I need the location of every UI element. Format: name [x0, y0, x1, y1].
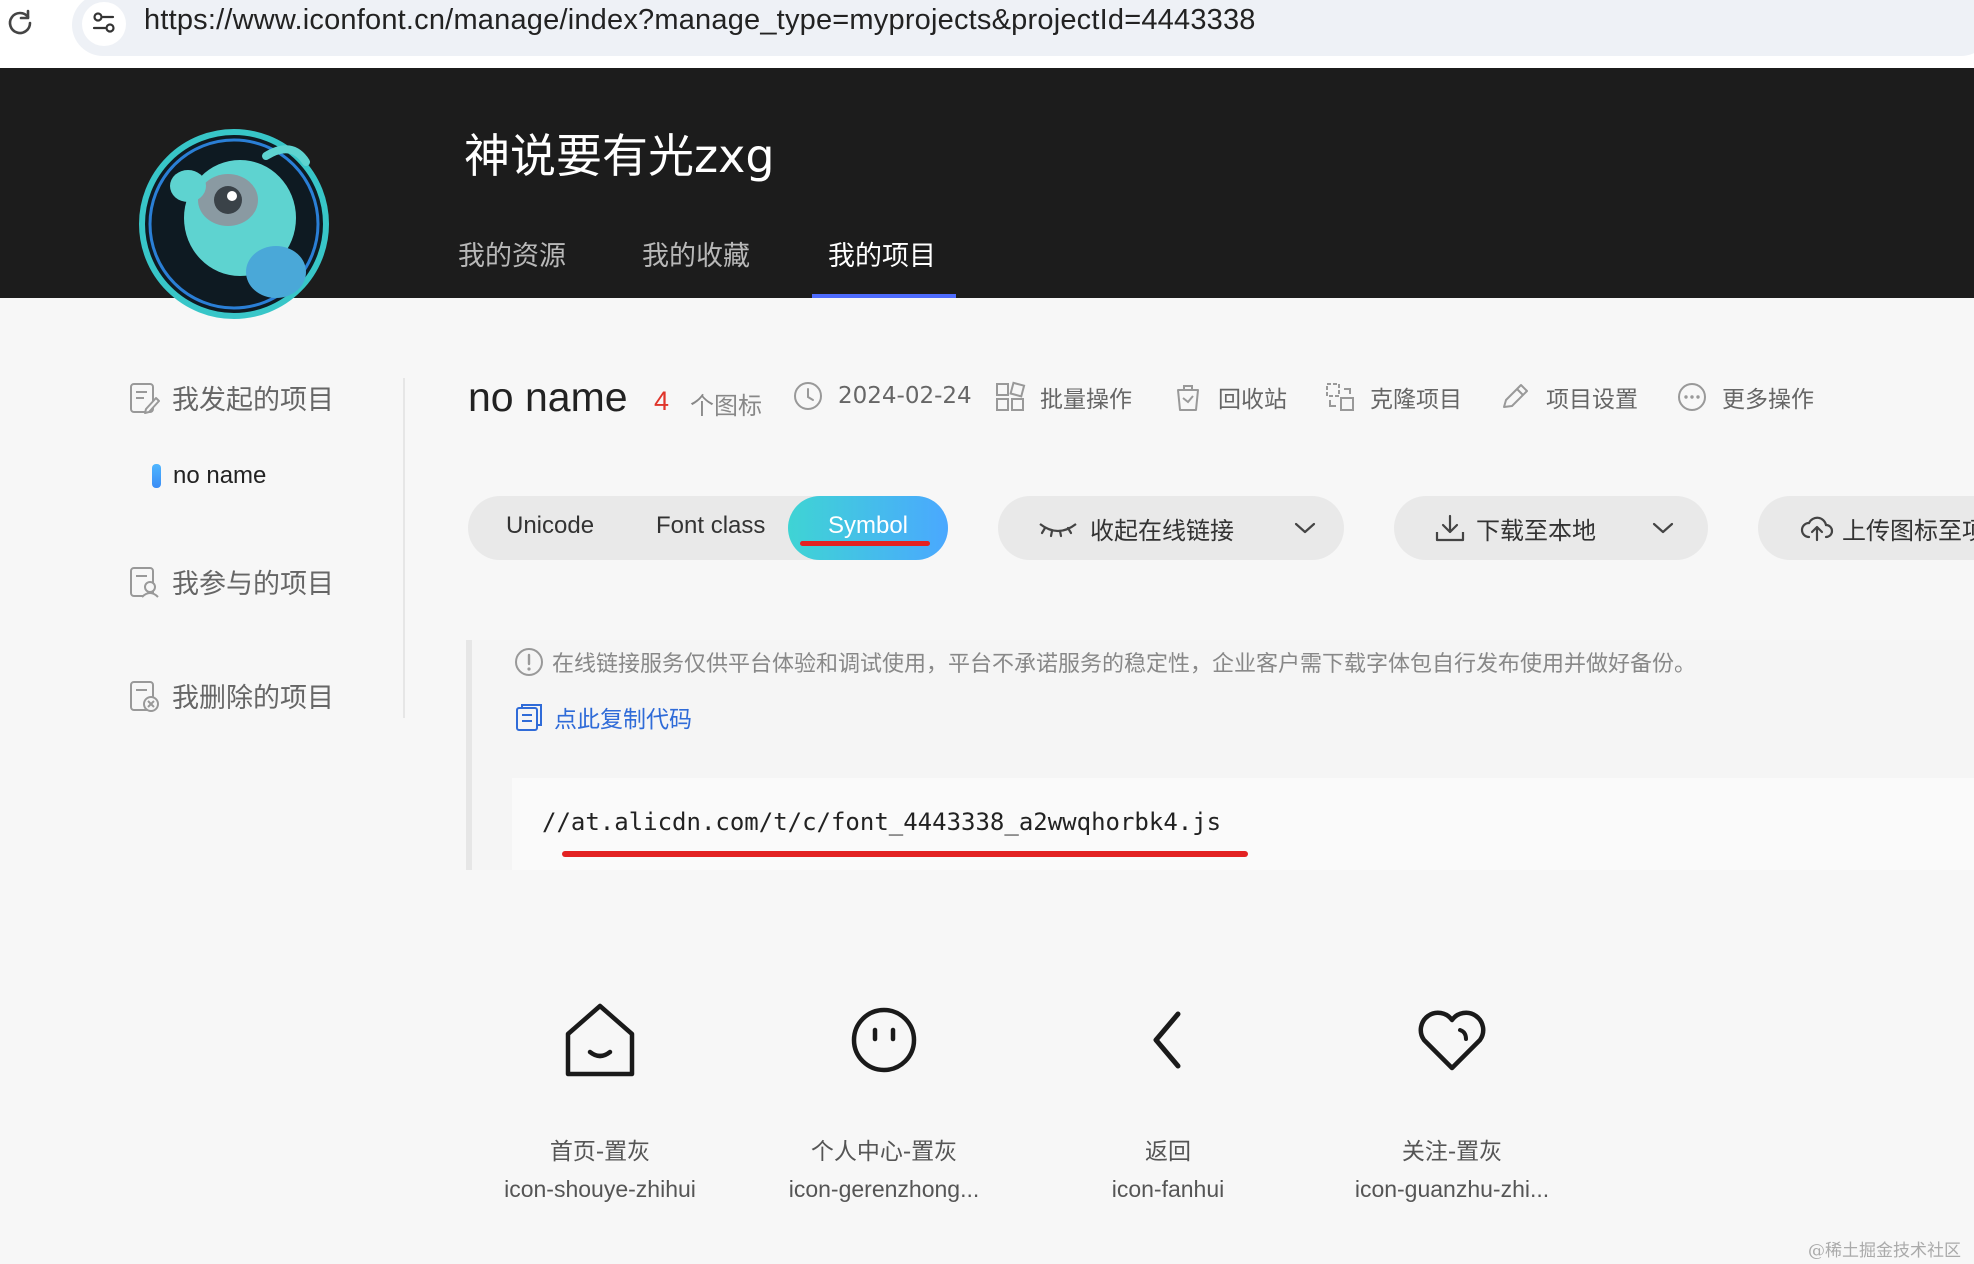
sidebar-group-joined[interactable]: 我参与的项目	[128, 562, 334, 601]
tab-symbol[interactable]: Symbol	[788, 496, 948, 560]
project-title: no name	[468, 374, 628, 420]
sidebar-group-label: 我参与的项目	[172, 569, 334, 600]
download-label: 下载至本地	[1476, 516, 1596, 545]
download-icon	[1435, 514, 1465, 542]
grid-icon	[996, 381, 1026, 411]
tab-font-class[interactable]: Font class	[656, 512, 765, 540]
project-date: 2024-02-24	[792, 380, 972, 412]
home-icon	[565, 1003, 635, 1077]
annotation-underline-symbol	[800, 541, 930, 546]
url-text[interactable]: https://www.iconfont.cn/manage/index?man…	[144, 4, 1256, 37]
copy-code-link[interactable]: 点此复制代码	[514, 700, 692, 734]
upload-label: 上传图标至项	[1842, 516, 1974, 545]
tab-symbol-label: Symbol	[827, 512, 909, 539]
icon-name: 个人中心-置灰	[810, 1139, 958, 1165]
icon-count-label: 个图标	[690, 392, 762, 420]
profile-header: 神说要有光zxg 我的资源 我的收藏 我的项目	[0, 68, 1974, 319]
watermark: @稀土掘金技术社区	[1808, 1241, 1961, 1261]
project-settings-action[interactable]: 项目设置	[1498, 380, 1638, 414]
more-actions-label: 更多操作	[1722, 387, 1814, 413]
tab-unicode[interactable]: Unicode	[506, 512, 594, 540]
sidebar-group-label: 我发起的项目	[172, 385, 334, 416]
heart-icon	[1418, 1010, 1486, 1071]
site-settings-icon[interactable]	[82, 2, 126, 46]
face-icon	[851, 1007, 917, 1073]
nav-my-resources[interactable]: 我的资源	[458, 234, 566, 273]
clone-project-action[interactable]: 克隆项目	[1324, 380, 1462, 414]
icon-card-profile[interactable]: 个人中心-置灰 icon-gerenzhong...	[774, 996, 994, 1226]
download-button[interactable]: 下载至本地	[1394, 496, 1708, 560]
browser-url-bar: https://www.iconfont.cn/manage/index?man…	[0, 0, 1974, 68]
icon-class: icon-gerenzhong...	[788, 1176, 980, 1202]
project-date-text: 2024-02-24	[838, 383, 972, 409]
icon-count: 4	[654, 386, 670, 416]
sidebar-project-label: no name	[173, 462, 267, 489]
collapse-link-label: 收起在线链接	[1090, 516, 1234, 545]
sidebar-group-deleted[interactable]: 我删除的项目	[128, 676, 334, 715]
trash-icon	[1177, 385, 1199, 411]
code-type-tabs: Unicode Font class Symbol	[468, 496, 948, 560]
annotation-underline-url	[562, 851, 1248, 857]
clone-project-label: 克隆项目	[1370, 387, 1462, 413]
active-project-marker	[152, 464, 161, 488]
eye-closed-icon	[1039, 523, 1077, 538]
username: 神说要有光zxg	[464, 129, 775, 183]
icon-class: icon-fanhui	[1111, 1176, 1225, 1202]
chevron-down-icon	[1294, 522, 1316, 534]
service-notice: 在线链接服务仅供平台体验和调试使用，平台不承诺服务的稳定性，企业客户需下载字体包…	[514, 646, 1696, 678]
cloud-upload-icon	[1800, 516, 1834, 542]
recycle-bin-label: 回收站	[1218, 387, 1287, 413]
symbol-js-url[interactable]: //at.alicdn.com/t/c/font_4443338_a2wwqho…	[542, 808, 1221, 836]
collapse-link-button[interactable]: 收起在线链接	[998, 496, 1344, 560]
icon-card-home[interactable]: 首页-置灰 icon-shouye-zhihui	[490, 996, 710, 1226]
nav-my-projects[interactable]: 我的项目	[828, 234, 936, 273]
batch-action-label: 批量操作	[1040, 387, 1132, 413]
more-actions[interactable]: 更多操作	[1676, 380, 1814, 414]
back-chevron-icon	[1153, 1011, 1181, 1069]
chevron-down-icon	[1652, 522, 1674, 534]
icon-card-back[interactable]: 返回 icon-fanhui	[1058, 996, 1278, 1226]
icon-class: icon-shouye-zhihui	[504, 1176, 696, 1202]
copy-icon	[516, 704, 542, 731]
clock-icon	[794, 382, 822, 410]
reload-icon[interactable]	[6, 8, 34, 36]
edit-doc-icon	[130, 382, 160, 414]
recycle-bin-action[interactable]: 回收站	[1172, 380, 1287, 414]
more-icon	[1678, 383, 1706, 411]
project-settings-label: 项目设置	[1546, 387, 1638, 413]
service-notice-text: 在线链接服务仅供平台体验和调试使用，平台不承诺服务的稳定性，企业客户需下载字体包…	[552, 652, 1697, 677]
sidebar-group-created[interactable]: 我发起的项目	[128, 378, 334, 417]
batch-action[interactable]: 批量操作	[994, 380, 1132, 414]
sidebar-group-label: 我删除的项目	[172, 683, 334, 714]
avatar[interactable]	[136, 126, 332, 322]
upload-button[interactable]: 上传图标至项	[1758, 496, 1974, 560]
copy-code-label: 点此复制代码	[554, 707, 692, 733]
sidebar-project-item[interactable]: no name	[152, 462, 266, 490]
nav-active-indicator	[812, 294, 956, 298]
pencil-icon	[1503, 384, 1528, 408]
info-icon	[515, 648, 543, 676]
icon-name: 返回	[1145, 1139, 1191, 1165]
icon-card-follow[interactable]: 关注-置灰 icon-guanzhu-zhi...	[1342, 996, 1562, 1226]
doc-user-icon	[130, 566, 159, 598]
clone-icon	[1326, 383, 1354, 411]
doc-delete-icon	[130, 680, 159, 712]
icon-name: 关注-置灰	[1401, 1139, 1503, 1165]
sidebar-divider	[403, 378, 405, 718]
nav-my-favorites[interactable]: 我的收藏	[642, 234, 750, 273]
icon-name: 首页-置灰	[549, 1139, 651, 1165]
icon-class: icon-guanzhu-zhi...	[1354, 1176, 1550, 1202]
